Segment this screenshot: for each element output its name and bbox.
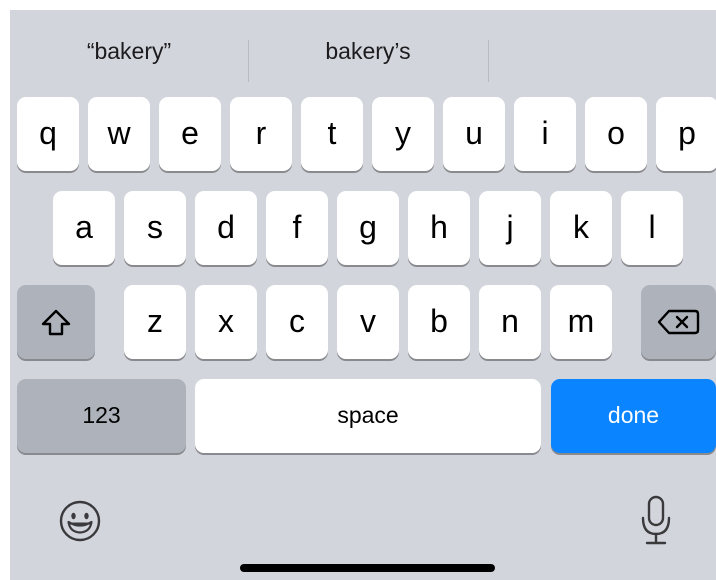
- shift-arrow-icon: [41, 309, 71, 336]
- key-v[interactable]: v: [337, 285, 399, 359]
- microphone-icon: [641, 495, 671, 545]
- key-u[interactable]: u: [443, 97, 505, 171]
- key-f[interactable]: f: [266, 191, 328, 265]
- numbers-key[interactable]: 123: [17, 379, 186, 453]
- suggestion-item[interactable]: bakery’s: [249, 20, 487, 82]
- shift-key[interactable]: [17, 285, 95, 359]
- key-b[interactable]: b: [408, 285, 470, 359]
- key-c[interactable]: c: [266, 285, 328, 359]
- key-x[interactable]: x: [195, 285, 257, 359]
- key-d[interactable]: d: [195, 191, 257, 265]
- key-k[interactable]: k: [550, 191, 612, 265]
- suggestion-item[interactable]: “bakery”: [10, 20, 248, 82]
- key-r[interactable]: r: [230, 97, 292, 171]
- backspace-icon: [657, 309, 700, 335]
- key-l[interactable]: l: [621, 191, 683, 265]
- emoji-smiley-icon: [59, 500, 101, 542]
- key-a[interactable]: a: [53, 191, 115, 265]
- key-q[interactable]: q: [17, 97, 79, 171]
- delete-key[interactable]: [641, 285, 716, 359]
- suggestion-item[interactable]: [489, 20, 716, 82]
- emoji-button[interactable]: [57, 498, 103, 544]
- dictation-button[interactable]: [638, 494, 674, 548]
- key-y[interactable]: y: [372, 97, 434, 171]
- key-h[interactable]: h: [408, 191, 470, 265]
- key-j[interactable]: j: [479, 191, 541, 265]
- keyboard: “bakery” bakery’s q w e r t y u i o p a …: [10, 10, 716, 580]
- key-i[interactable]: i: [514, 97, 576, 171]
- home-indicator: [240, 564, 495, 572]
- key-m[interactable]: m: [550, 285, 612, 359]
- key-g[interactable]: g: [337, 191, 399, 265]
- key-o[interactable]: o: [585, 97, 647, 171]
- key-e[interactable]: e: [159, 97, 221, 171]
- key-w[interactable]: w: [88, 97, 150, 171]
- done-key[interactable]: done: [551, 379, 716, 453]
- space-key[interactable]: space: [195, 379, 541, 453]
- key-n[interactable]: n: [479, 285, 541, 359]
- key-t[interactable]: t: [301, 97, 363, 171]
- key-s[interactable]: s: [124, 191, 186, 265]
- key-z[interactable]: z: [124, 285, 186, 359]
- suggestion-bar: “bakery” bakery’s: [10, 20, 716, 82]
- key-p[interactable]: p: [656, 97, 716, 171]
